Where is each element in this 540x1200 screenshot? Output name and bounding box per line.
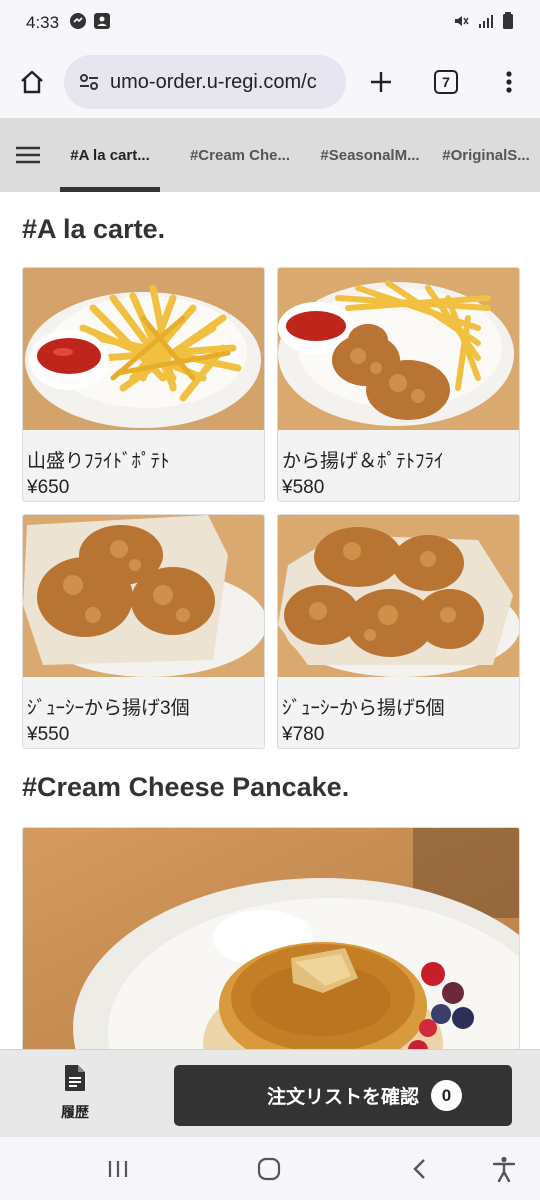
category-tab-seasonal[interactable]: #SeasonalM... (310, 118, 430, 192)
menu-item-name: ｼﾞｭｰｼｰから揚げ3個 (27, 698, 190, 719)
menu-item-card[interactable]: 山盛りﾌﾗｲﾄﾞﾎﾟﾃﾄ ¥650 (22, 267, 265, 502)
menu-item-price: ¥650 (27, 477, 70, 498)
menu-item-price: ¥550 (27, 724, 70, 745)
document-icon (65, 1065, 85, 1091)
karaage-fries-icon (278, 268, 519, 430)
browser-toolbar: umo-order.u-regi.com/c 7 (0, 46, 540, 118)
home-nav-button[interactable] (239, 1137, 299, 1200)
section-title-a-la-carte: #A la carte. (22, 214, 166, 244)
menu-item-card[interactable]: から揚げ＆ﾎﾟﾃﾄﾌﾗｲ ¥580 (277, 267, 520, 502)
check-order-list-button[interactable]: 注文リストを確認 0 (174, 1065, 512, 1126)
recent-apps-icon (108, 1160, 128, 1177)
tab-count: 7 (434, 70, 458, 94)
karaage-3-icon (23, 515, 264, 677)
recent-apps-button[interactable] (88, 1137, 148, 1200)
pancake-item-card[interactable] (22, 827, 520, 1049)
bottom-action-bar: 履歴 注文リストを確認 0 (0, 1049, 540, 1137)
category-nav: #A la cart... #Cream Che... #SeasonalM..… (0, 118, 540, 192)
more-vert-icon (506, 71, 512, 93)
menu-item-price: ¥780 (282, 724, 325, 745)
category-tab-original[interactable]: #OriginalS... (434, 118, 538, 192)
tab-switcher-button[interactable]: 7 (414, 46, 478, 118)
site-settings-icon[interactable] (78, 71, 100, 93)
back-nav-button[interactable] (390, 1137, 450, 1200)
karaage-5-icon (278, 515, 519, 677)
accessibility-icon (492, 1156, 516, 1182)
mute-icon (452, 12, 470, 35)
hamburger-icon (16, 146, 40, 164)
category-tab-a-la-carte[interactable]: #A la cart... (58, 118, 162, 192)
system-nav-bar (0, 1137, 540, 1200)
browser-menu-button[interactable] (478, 46, 540, 118)
address-bar[interactable]: umo-order.u-regi.com/c (64, 55, 346, 109)
back-chevron-icon (413, 1158, 425, 1179)
menu-item-price: ¥580 (282, 477, 325, 498)
home-circle-icon (257, 1157, 281, 1180)
messenger-icon (69, 12, 87, 35)
fries-icon (23, 268, 264, 430)
pancake-icon (23, 828, 519, 1049)
home-button[interactable] (0, 46, 64, 118)
status-time: 4:33 (26, 13, 60, 32)
menu-item-name: 山盛りﾌﾗｲﾄﾞﾎﾟﾃﾄ (27, 451, 170, 472)
status-bar: 4:33 (0, 0, 540, 46)
menu-item-card[interactable]: ｼﾞｭｰｼｰから揚げ3個 ¥550 (22, 514, 265, 749)
accessibility-button[interactable] (474, 1137, 534, 1200)
url-text: umo-order.u-regi.com/c (110, 70, 317, 93)
history-label: 履歴 (61, 1104, 89, 1120)
section-title-cream-cheese-pancake: #Cream Cheese Pancake. (22, 772, 350, 802)
battery-icon (502, 11, 514, 35)
menu-item-name: から揚げ＆ﾎﾟﾃﾄﾌﾗｲ (282, 451, 444, 472)
home-icon (21, 70, 43, 94)
menu-item-card[interactable]: ｼﾞｭｰｼｰから揚げ5個 ¥780 (277, 514, 520, 749)
category-tab-cream-cheese[interactable]: #Cream Che... (170, 118, 310, 192)
hamburger-menu-button[interactable] (0, 118, 56, 192)
menu-content: #A la carte. 山盛りﾌﾗｲﾄﾞﾎﾟﾃﾄ ¥650 から揚げ＆ﾎﾟﾃﾄ… (0, 192, 540, 1049)
a-la-carte-grid: 山盛りﾌﾗｲﾄﾞﾎﾟﾃﾄ ¥650 から揚げ＆ﾎﾟﾃﾄﾌﾗｲ ¥580 ｼﾞｭｰ… (22, 267, 520, 749)
menu-item-name: ｼﾞｭｰｼｰから揚げ5個 (282, 698, 445, 719)
history-button[interactable]: 履歴 (40, 1064, 110, 1122)
order-count-badge: 0 (431, 1080, 462, 1111)
plus-icon (371, 72, 391, 92)
check-order-list-label: 注文リストを確認 (266, 1087, 419, 1108)
new-tab-button[interactable] (348, 46, 414, 118)
signal-icon (478, 13, 494, 34)
contact-card-icon (93, 12, 111, 35)
